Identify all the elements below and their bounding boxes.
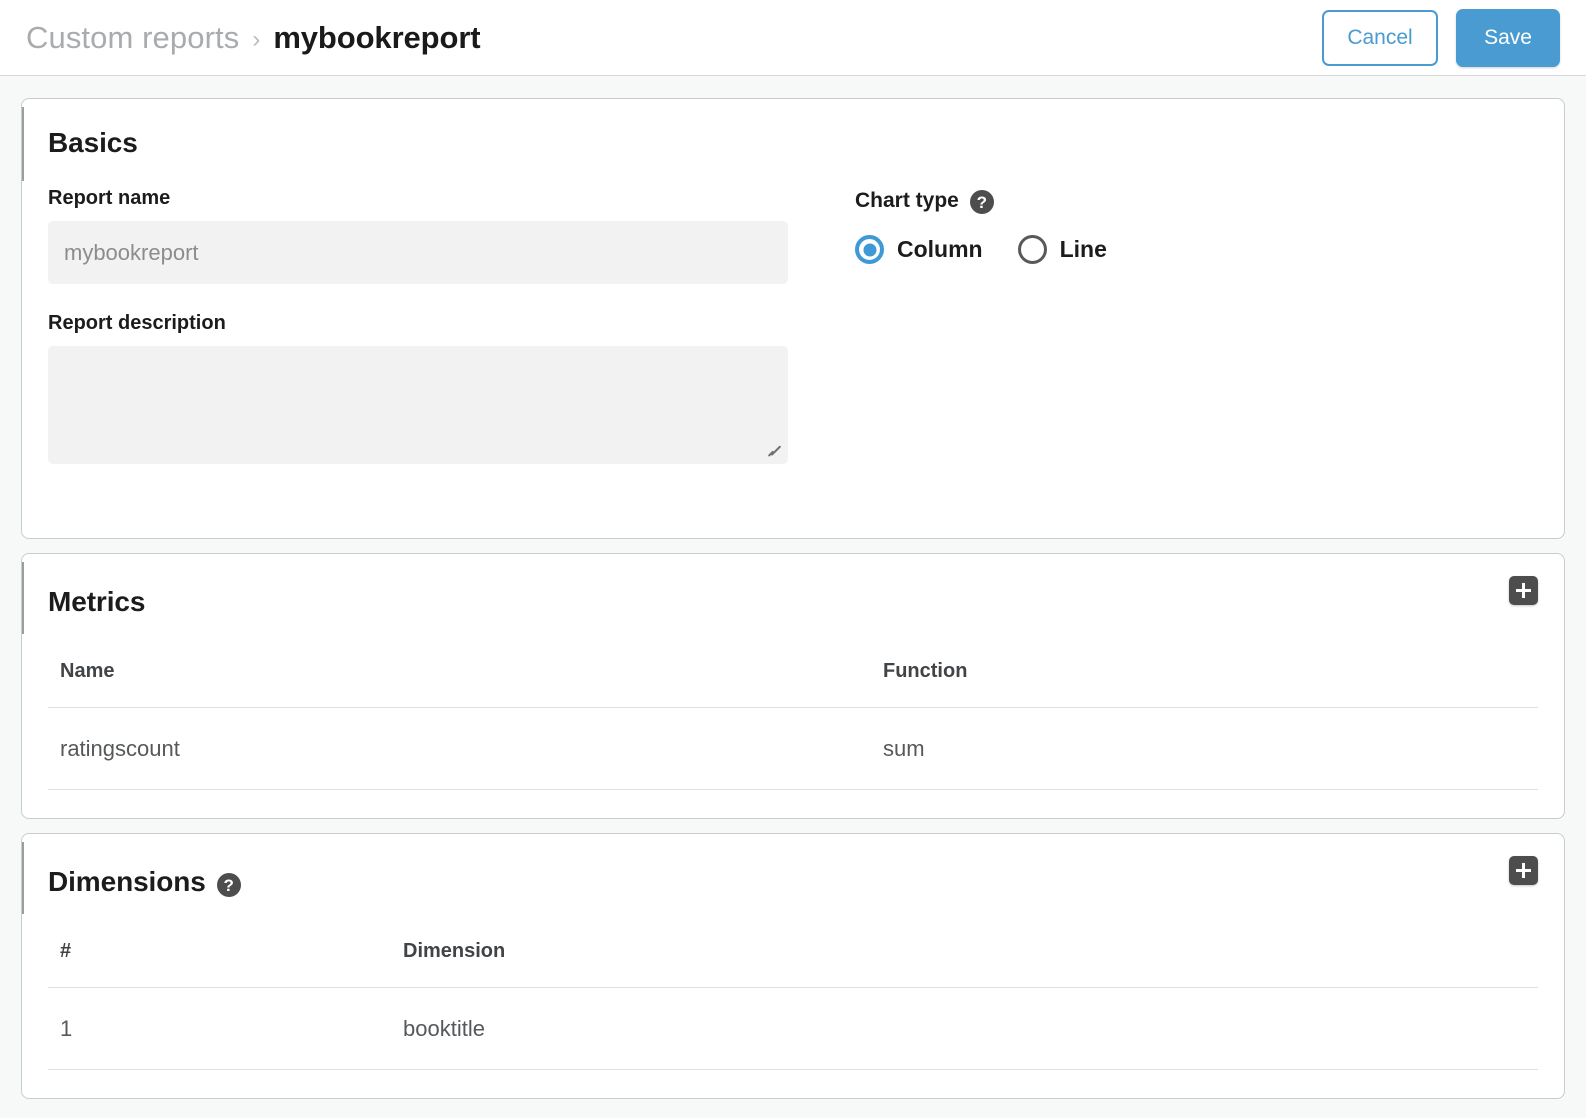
radio-line-label: Line: [1060, 236, 1107, 263]
basics-panel-body: Report name Report description Chart typ…: [22, 159, 1564, 464]
add-metric-button[interactable]: [1509, 576, 1538, 605]
help-icon[interactable]: ?: [217, 873, 241, 897]
metrics-table-wrapper: Name Function ratingscount sum: [22, 626, 1564, 790]
breadcrumb-separator-icon: ›: [252, 26, 260, 54]
basics-section-title: Basics: [48, 127, 138, 159]
radio-line-indicator[interactable]: [1018, 235, 1047, 264]
add-dimension-button[interactable]: [1509, 856, 1538, 885]
dimensions-panel: Dimensions ? # Dimension 1 booktitle: [21, 833, 1565, 1099]
dimensions-column-header-dimension: Dimension: [403, 906, 1538, 988]
chart-type-label: Chart type: [855, 189, 959, 213]
metrics-cell-function: sum: [883, 708, 1538, 790]
metrics-column-header-name: Name: [48, 626, 883, 708]
help-icon[interactable]: ?: [970, 190, 994, 214]
chart-type-radio-group: Column Line: [855, 235, 1538, 264]
resize-handle-icon[interactable]: [764, 442, 780, 458]
save-button[interactable]: Save: [1456, 9, 1560, 67]
dimensions-panel-header: Dimensions ?: [22, 834, 1564, 906]
basics-bottom-spacer: [22, 464, 1564, 538]
basics-right-column: Chart type ? Column Line: [813, 159, 1538, 464]
dimensions-cell-index: 1: [48, 988, 403, 1070]
radio-option-column[interactable]: Column: [855, 235, 983, 264]
dimensions-cell-dimension: booktitle: [403, 988, 1538, 1070]
report-description-wrapper: [48, 346, 788, 464]
basics-left-column: Report name Report description: [48, 159, 813, 464]
table-row[interactable]: 1 booktitle: [48, 988, 1538, 1070]
dimensions-table-header-row: # Dimension: [48, 906, 1538, 988]
dimensions-panel-footer: [22, 1070, 1564, 1098]
dimensions-section-title: Dimensions: [48, 866, 206, 898]
metrics-column-header-function: Function: [883, 626, 1538, 708]
radio-column-label: Column: [897, 236, 983, 263]
page-content: Basics Report name Report description Ch…: [0, 76, 1586, 1099]
breadcrumb-parent-link[interactable]: Custom reports: [26, 20, 239, 56]
radio-option-line[interactable]: Line: [1018, 235, 1107, 264]
report-name-label: Report name: [48, 187, 813, 210]
app-header: Custom reports › mybookreport Cancel Sav…: [0, 0, 1586, 76]
chart-type-label-row: Chart type ?: [855, 189, 1538, 213]
report-description-textarea[interactable]: [48, 346, 788, 464]
report-name-input[interactable]: [48, 221, 788, 284]
metrics-cell-name: ratingscount: [48, 708, 883, 790]
table-row[interactable]: ratingscount sum: [48, 708, 1538, 790]
cancel-button[interactable]: Cancel: [1322, 10, 1438, 66]
metrics-panel-header: Metrics: [22, 554, 1564, 626]
metrics-section-title: Metrics: [48, 586, 145, 618]
radio-column-indicator[interactable]: [855, 235, 884, 264]
breadcrumb: Custom reports › mybookreport: [26, 20, 481, 56]
report-description-label: Report description: [48, 312, 813, 335]
basics-panel-header: Basics: [22, 99, 1564, 159]
metrics-panel: Metrics Name Function ratingscount sum: [21, 553, 1565, 819]
metrics-table-header-row: Name Function: [48, 626, 1538, 708]
dimensions-table-wrapper: # Dimension 1 booktitle: [22, 906, 1564, 1070]
header-actions: Cancel Save: [1322, 9, 1560, 67]
metrics-panel-footer: [22, 790, 1564, 818]
dimensions-table: # Dimension 1 booktitle: [48, 906, 1538, 1070]
basics-panel: Basics Report name Report description Ch…: [21, 98, 1565, 539]
breadcrumb-current-title: mybookreport: [273, 20, 480, 56]
metrics-table: Name Function ratingscount sum: [48, 626, 1538, 790]
dimensions-column-header-index: #: [48, 906, 403, 988]
